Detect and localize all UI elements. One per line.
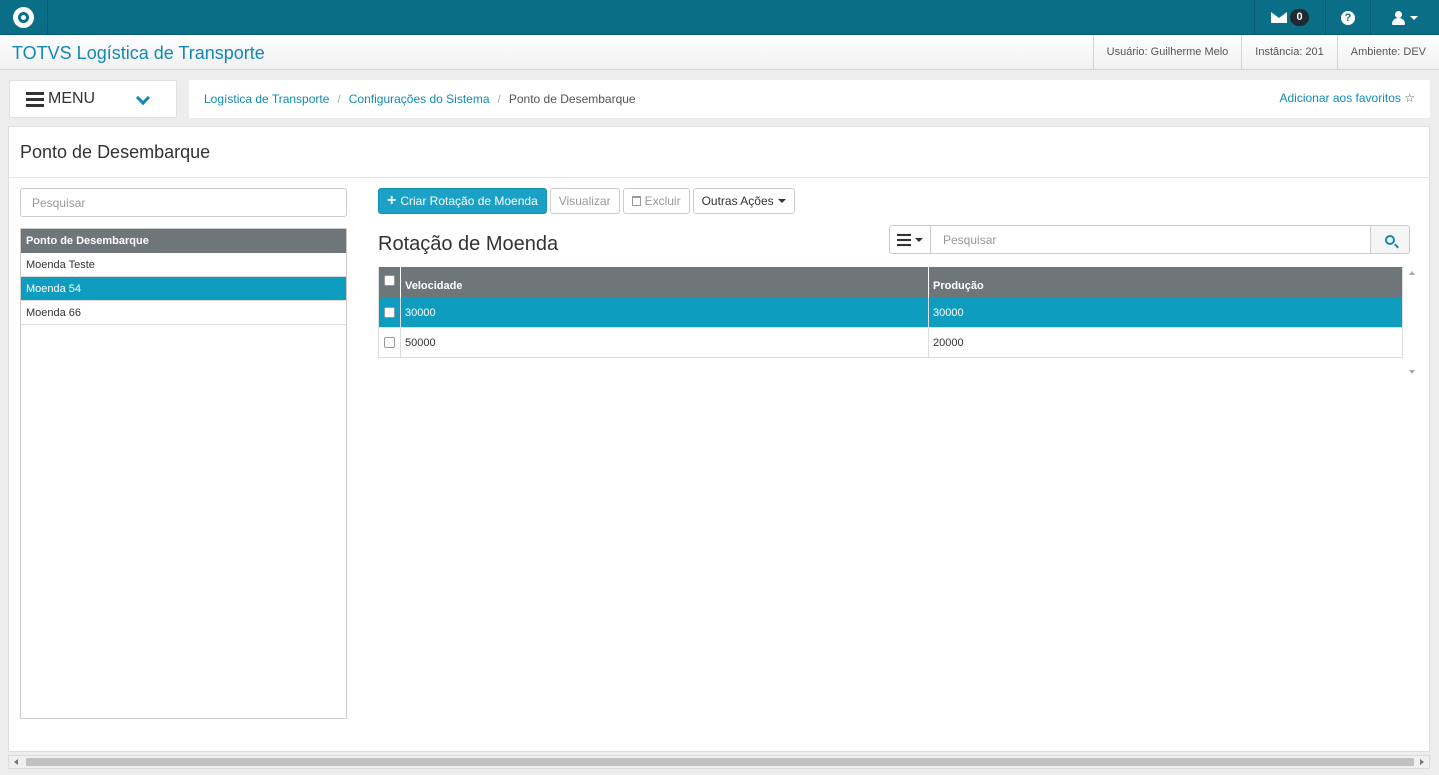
caret-down-icon [1410, 15, 1418, 20]
column-header-velocidade[interactable]: Velocidade [401, 267, 929, 298]
plus-icon: + [387, 192, 397, 209]
list-icon [897, 233, 911, 246]
scroll-left-icon [14, 759, 18, 765]
delete-label: Excluir [644, 194, 681, 208]
row-checkbox-cell [379, 298, 401, 327]
view-button[interactable]: Visualizar [549, 188, 620, 214]
help-button[interactable]: ? [1325, 0, 1370, 35]
chevron-down-icon [135, 90, 151, 106]
breadcrumb-link-configuracoes[interactable]: Configurações do Sistema [349, 92, 490, 106]
landing-point-list: Ponto de Desembarque Moenda Teste Moenda… [20, 228, 347, 719]
envelope-icon [1271, 12, 1288, 23]
caret-down-icon [915, 237, 923, 242]
scroll-up-icon [1409, 271, 1415, 275]
user-info: Usuário: Guilherme Melo [1092, 35, 1242, 69]
left-search-input[interactable]: Pesquisar [20, 188, 347, 217]
scrollbar-thumb[interactable] [26, 758, 1414, 766]
main-menu-button[interactable]: MENU [9, 80, 177, 118]
column-header-producao[interactable]: Produção [929, 267, 1402, 298]
breadcrumb-current: Ponto de Desembarque [508, 92, 636, 106]
list-item[interactable]: Moenda 66 [21, 301, 346, 325]
user-icon [1392, 10, 1405, 25]
panel-header: Ponto de Desembarque [9, 127, 1429, 178]
row-checkbox[interactable] [384, 337, 395, 348]
scroll-right-icon [1420, 759, 1424, 765]
app-title: TOTVS Logística de Transporte [12, 43, 265, 63]
breadcrumb-bar: Logística de Transporte / Configurações … [189, 80, 1430, 118]
horizontal-scrollbar[interactable] [8, 755, 1430, 769]
list-header: Ponto de Desembarque [21, 229, 346, 253]
add-favorite-label: Adicionar aos favoritos [1279, 91, 1401, 105]
table-row[interactable]: 50000 20000 [379, 328, 1402, 358]
hamburger-icon [26, 91, 44, 107]
top-navbar: 0 ? [0, 0, 1439, 35]
grid-title: Rotação de Moenda [378, 233, 559, 255]
environment-info: Ambiente: DEV [1336, 35, 1439, 69]
add-favorite-link[interactable]: Adicionar aos favoritos ☆ [1279, 91, 1415, 105]
grid-search-group: Pesquisar [889, 225, 1410, 254]
question-circle-icon: ? [1341, 10, 1355, 25]
app-title-bar: TOTVS Logística de Transporte Usuário: G… [0, 35, 1439, 70]
list-item[interactable]: Moenda 54 [21, 277, 346, 301]
cell-velocidade: 30000 [401, 298, 929, 327]
totvs-logo-icon [13, 7, 34, 28]
user-menu-button[interactable] [1370, 0, 1439, 35]
grid-header: Velocidade Produção [379, 267, 1402, 298]
other-actions-label: Outras Ações [701, 194, 774, 208]
create-rotation-button[interactable]: + Criar Rotação de Moenda [378, 188, 547, 214]
top-actions: 0 ? [1254, 0, 1439, 35]
trash-icon [631, 196, 641, 206]
view-label: Visualizar [558, 194, 611, 208]
page-title: Ponto de Desembarque [20, 141, 211, 162]
main-panel: Ponto de Desembarque Pesquisar Ponto de … [8, 126, 1430, 752]
breadcrumb-separator: / [337, 92, 341, 106]
cell-producao: 20000 [933, 336, 964, 349]
create-rotation-label: Criar Rotação de Moenda [400, 194, 538, 208]
grid-search-input[interactable]: Pesquisar [931, 225, 1371, 254]
search-icon [1385, 234, 1395, 245]
row-checkbox[interactable] [384, 307, 395, 318]
column-options-button[interactable] [889, 225, 931, 254]
home-logo-button[interactable] [0, 0, 48, 35]
instance-info: Instância: 201 [1241, 35, 1337, 69]
messages-button[interactable]: 0 [1254, 0, 1325, 35]
caret-down-icon [777, 199, 786, 203]
rotation-grid: Velocidade Produção 30000 30000 50000 20… [378, 267, 1403, 358]
table-row[interactable]: 30000 30000 [379, 298, 1402, 328]
session-info: Usuário: Guilherme Melo Instância: 201 A… [1092, 35, 1439, 69]
select-all-checkbox[interactable] [384, 275, 395, 286]
list-item[interactable]: Moenda Teste [21, 253, 346, 277]
grid-vertical-scrollbar[interactable] [1405, 267, 1421, 378]
cell-velocidade: 50000 [401, 328, 929, 357]
delete-button[interactable]: Excluir [622, 188, 690, 214]
breadcrumb: Logística de Transporte / Configurações … [204, 92, 636, 106]
scroll-down-icon [1409, 370, 1415, 374]
cell-producao: 30000 [933, 306, 964, 319]
menu-label: MENU [48, 90, 96, 107]
breadcrumb-link-logistica[interactable]: Logística de Transporte [204, 92, 329, 106]
breadcrumb-separator: / [497, 92, 501, 106]
search-button[interactable] [1371, 225, 1410, 254]
message-count-badge: 0 [1290, 9, 1309, 26]
select-all-cell [379, 267, 401, 298]
action-toolbar: + Criar Rotação de Moenda Visualizar Exc… [378, 188, 795, 214]
star-outline-icon: ☆ [1404, 91, 1415, 105]
other-actions-dropdown[interactable]: Outras Ações [692, 188, 795, 214]
row-checkbox-cell [379, 328, 401, 357]
